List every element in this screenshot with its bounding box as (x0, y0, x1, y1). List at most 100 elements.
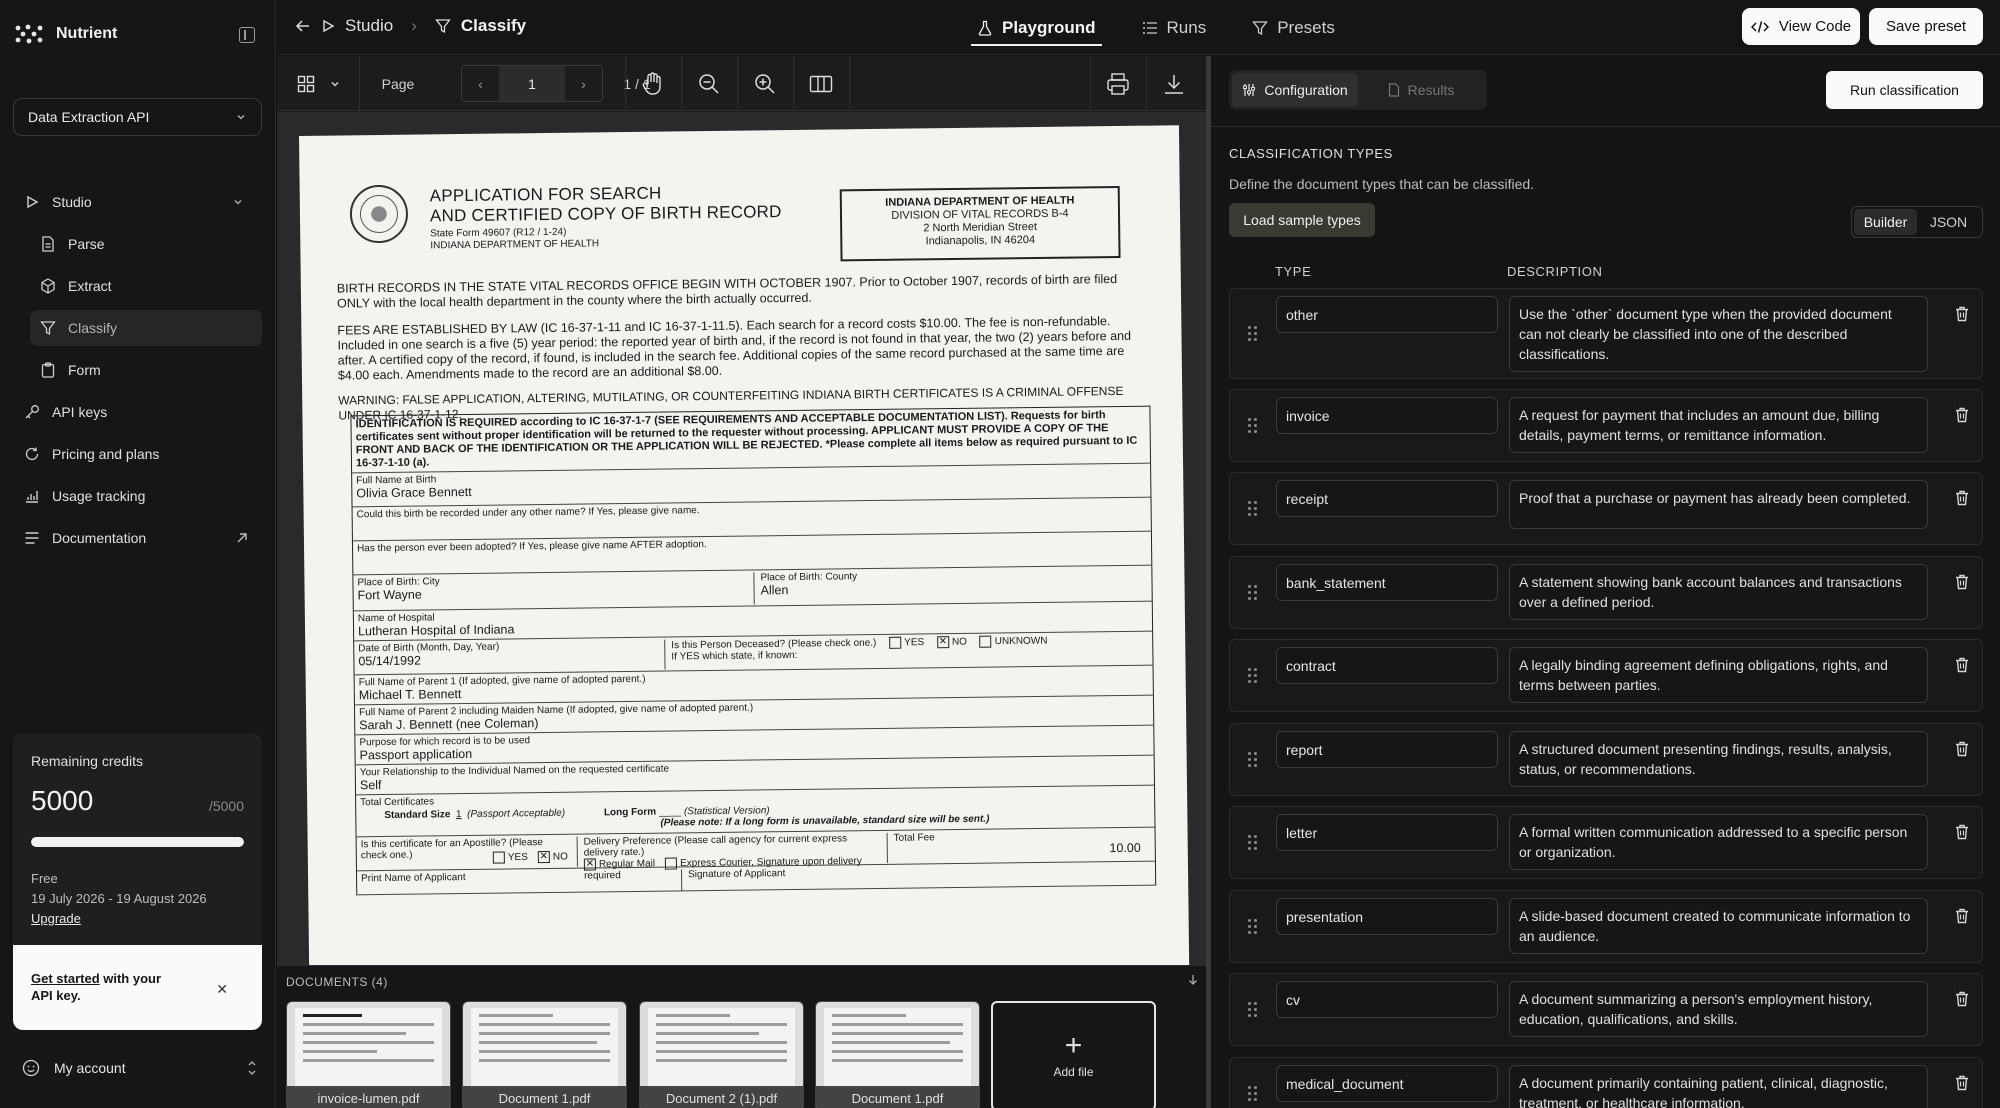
columns-icon[interactable] (793, 56, 849, 111)
type-name-input[interactable]: contract (1276, 647, 1498, 684)
trash-icon[interactable] (1955, 407, 1969, 423)
drag-handle-icon[interactable] (1248, 584, 1258, 601)
type-name-input[interactable]: receipt (1276, 480, 1498, 517)
next-page-icon[interactable]: › (565, 66, 602, 101)
type-description-input[interactable]: Use the `other` document type when the p… (1509, 296, 1928, 372)
type-name-input[interactable]: letter (1276, 814, 1498, 851)
trash-icon[interactable] (1955, 1075, 1969, 1091)
prev-page-icon[interactable]: ‹ (462, 66, 499, 101)
type-name-input[interactable]: cv (1276, 981, 1498, 1018)
account-menu[interactable]: My account (22, 1054, 258, 1082)
type-name-input[interactable]: presentation (1276, 898, 1498, 935)
drag-handle-icon[interactable] (1248, 417, 1258, 434)
trash-icon[interactable] (1955, 306, 1969, 322)
document-canvas[interactable]: APPLICATION FOR SEARCH AND CERTIFIED COPY… (277, 112, 1207, 965)
trash-icon[interactable] (1955, 741, 1969, 757)
tab-configuration[interactable]: Configuration (1232, 73, 1358, 107)
sidebar-item-parse[interactable]: Parse (30, 226, 262, 262)
document-thumbnail[interactable]: Document 2 (1).pdf (639, 1001, 804, 1108)
zoom-out-icon[interactable] (681, 56, 737, 111)
tab-playground[interactable]: Playground (971, 0, 1102, 55)
arrow-down-icon[interactable] (1187, 974, 1199, 986)
sidebar-item-extract[interactable]: Extract (30, 268, 262, 304)
chevron-down-icon (232, 196, 244, 208)
drag-handle-icon[interactable] (1248, 325, 1258, 342)
sidebar-item-usage[interactable]: Usage tracking (14, 478, 262, 514)
drag-handle-icon[interactable] (1248, 1085, 1258, 1102)
filter-icon (40, 320, 56, 336)
collapse-sidebar-icon[interactable] (239, 27, 255, 43)
type-name-input[interactable]: other (1276, 296, 1498, 333)
type-description-input[interactable]: A document summarizing a person's employ… (1509, 981, 1928, 1037)
close-icon[interactable]: ✕ (216, 981, 228, 998)
drag-handle-icon[interactable] (1248, 667, 1258, 684)
drag-handle-icon[interactable] (1248, 751, 1258, 768)
tab-label: Playground (1002, 17, 1096, 37)
document-thumbnail[interactable]: Document 1.pdf (815, 1001, 980, 1108)
plan-name: Free (31, 871, 58, 886)
document-name: invoice-lumen.pdf (287, 1086, 450, 1108)
sidebar-item-label: Classify (68, 320, 118, 336)
mode-builder[interactable]: Builder (1854, 209, 1917, 235)
type-description-input[interactable]: A slide-based document created to commun… (1509, 898, 1928, 954)
trash-icon[interactable] (1955, 991, 1969, 1007)
type-description-input[interactable]: A structured document presenting finding… (1509, 731, 1928, 787)
type-description-input[interactable]: Proof that a purchase or payment has alr… (1509, 480, 1928, 529)
print-icon[interactable] (1090, 56, 1146, 111)
filter-icon (435, 18, 451, 34)
grid-icon[interactable] (289, 56, 323, 111)
credits-remaining: 5000 (31, 785, 94, 816)
application-form: IDENTIFICATION IS REQUIRED according to … (350, 405, 1157, 896)
sidebar-item-api-keys[interactable]: API keys (14, 394, 262, 430)
type-description-input[interactable]: A request for payment that includes an a… (1509, 397, 1928, 453)
mode-json[interactable]: JSON (1917, 209, 1980, 235)
tab-results[interactable]: Results (1358, 73, 1484, 107)
save-preset-button[interactable]: Save preset (1869, 8, 1983, 45)
download-icon[interactable] (1146, 56, 1202, 111)
trash-icon[interactable] (1955, 490, 1969, 506)
trash-icon[interactable] (1955, 574, 1969, 590)
trash-icon[interactable] (1955, 824, 1969, 840)
sidebar-item-studio[interactable]: Studio (14, 184, 262, 220)
add-file-button[interactable]: + Add file (991, 1001, 1156, 1108)
tab-presets[interactable]: Presets (1246, 0, 1341, 55)
upgrade-link[interactable]: Upgrade (31, 909, 207, 929)
type-description-input[interactable]: A document primarily containing patient,… (1509, 1065, 1928, 1108)
drag-handle-icon[interactable] (1248, 918, 1258, 935)
tab-runs[interactable]: Runs (1136, 0, 1213, 55)
load-sample-types-button[interactable]: Load sample types (1229, 203, 1375, 237)
sidebar-item-documentation[interactable]: Documentation (14, 520, 262, 556)
trash-icon[interactable] (1955, 908, 1969, 924)
document-thumbnail[interactable]: invoice-lumen.pdf (286, 1001, 451, 1108)
type-description-input[interactable]: A legally binding agreement defining obl… (1509, 647, 1928, 703)
sidebar-item-form[interactable]: Form (30, 352, 262, 388)
breadcrumb-studio[interactable]: Studio (345, 16, 393, 36)
api-select[interactable]: Data Extraction API (13, 98, 262, 136)
drag-handle-icon[interactable] (1248, 500, 1258, 517)
get-started-link[interactable]: Get started (31, 971, 100, 986)
plan-period: 19 July 2026 - 19 August 2026 (31, 891, 207, 906)
type-name-input[interactable]: medical_document (1276, 1065, 1498, 1102)
run-classification-button[interactable]: Run classification (1826, 71, 1983, 109)
type-name-input[interactable]: report (1276, 731, 1498, 768)
zoom-in-icon[interactable] (737, 56, 793, 111)
chevron-down-icon[interactable] (323, 56, 347, 111)
document-thumbnail[interactable]: Document 1.pdf (462, 1001, 627, 1108)
sidebar-item-classify[interactable]: Classify (30, 310, 262, 346)
drag-handle-icon[interactable] (1248, 834, 1258, 851)
brand[interactable]: Nutrient (14, 24, 117, 44)
view-code-button[interactable]: View Code (1742, 8, 1860, 45)
sidebar-item-pricing[interactable]: Pricing and plans (14, 436, 262, 472)
hand-icon[interactable] (625, 56, 681, 111)
back-arrow-icon[interactable] (295, 18, 311, 34)
type-description-input[interactable]: A formal written communication addressed… (1509, 814, 1928, 870)
type-name-input[interactable]: bank_statement (1276, 564, 1498, 601)
chevron-down-icon (235, 111, 247, 123)
type-description-input[interactable]: A statement showing bank account balance… (1509, 564, 1928, 620)
page-input[interactable]: 1 (499, 66, 565, 101)
trash-icon[interactable] (1955, 657, 1969, 673)
sidebar-item-label: Studio (52, 194, 92, 210)
sidebar-item-label: Pricing and plans (52, 446, 160, 462)
drag-handle-icon[interactable] (1248, 1001, 1258, 1018)
type-name-input[interactable]: invoice (1276, 397, 1498, 434)
